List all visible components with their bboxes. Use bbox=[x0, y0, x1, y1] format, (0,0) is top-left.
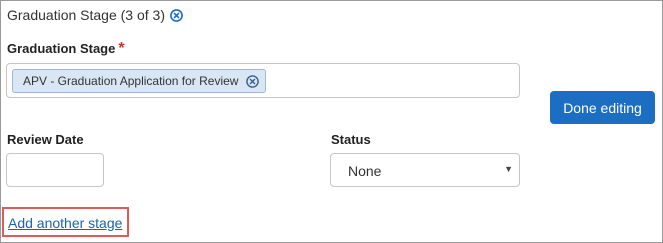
review-date-input[interactable] bbox=[6, 153, 104, 187]
add-another-stage-link[interactable]: Add another stage bbox=[8, 215, 122, 231]
status-selected-value: None bbox=[348, 163, 382, 179]
review-date-label: Review Date bbox=[7, 132, 84, 147]
section-header: Graduation Stage (3 of 3) bbox=[7, 7, 183, 23]
section-title: Graduation Stage (3 of 3) bbox=[7, 7, 165, 23]
caret-down-icon: ▼ bbox=[504, 164, 513, 174]
status-label: Status bbox=[331, 132, 371, 147]
remove-chip-circle-x-icon[interactable] bbox=[246, 74, 260, 88]
graduation-stage-label: Graduation Stage * bbox=[7, 40, 125, 58]
status-select[interactable]: None ▼ bbox=[330, 153, 520, 187]
required-marker: * bbox=[118, 40, 125, 57]
graduation-stage-multiselect[interactable]: APV - Graduation Application for Review bbox=[6, 63, 520, 98]
remove-stage-circle-x-icon[interactable] bbox=[170, 8, 183, 22]
add-stage-highlight: Add another stage bbox=[2, 207, 129, 237]
graduation-stage-label-text: Graduation Stage bbox=[7, 41, 116, 56]
done-editing-button[interactable]: Done editing bbox=[550, 91, 655, 124]
chip-label: APV - Graduation Application for Review bbox=[23, 74, 239, 88]
graduation-stage-panel: Graduation Stage (3 of 3) Graduation Sta… bbox=[0, 0, 663, 243]
selected-stage-chip: APV - Graduation Application for Review bbox=[12, 69, 267, 93]
